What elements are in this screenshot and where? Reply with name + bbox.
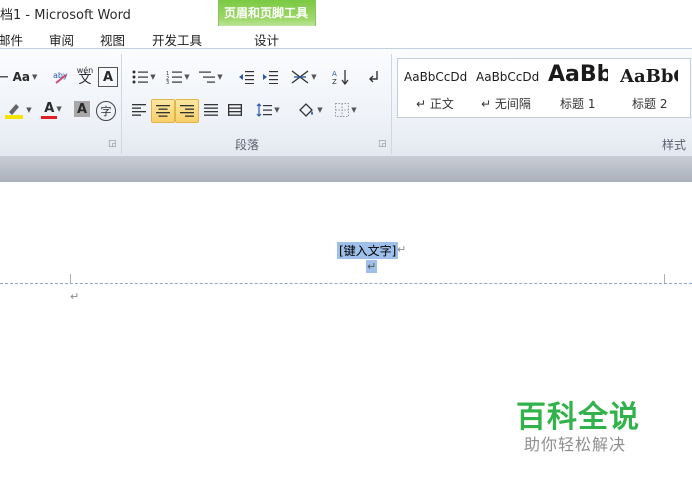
shading-button[interactable]: ▼	[296, 99, 324, 121]
align-left-button[interactable]	[128, 99, 150, 121]
paragraph-mark: ↵	[397, 243, 407, 256]
divider-icon	[0, 76, 8, 78]
align-left-icon	[132, 104, 146, 116]
font-color-bar	[41, 116, 57, 119]
ruler-band	[0, 156, 692, 182]
paragraph-mark: ↵	[366, 260, 378, 273]
context-tab-group-title: 页眉和页脚工具	[223, 6, 308, 20]
watermark-subtitle: 助你轻松解决	[524, 435, 627, 454]
justify-button[interactable]	[200, 99, 222, 121]
chevron-down-icon: ▼	[32, 73, 38, 81]
style-heading2-name[interactable]: 标题 2	[632, 95, 667, 112]
style-normal-sample[interactable]: AaBbCcDd	[404, 70, 467, 84]
chevron-down-icon: ▼	[150, 73, 156, 81]
highlighter-icon	[5, 104, 24, 119]
char-border-button[interactable]: A	[98, 67, 118, 87]
sort-icon: A Z	[332, 70, 349, 85]
line-spacing-icon	[256, 103, 273, 117]
style-heading2-sample[interactable]: AaBbC	[620, 66, 678, 87]
change-case-label: Aa	[12, 70, 30, 84]
clear-format-icon: aby	[53, 71, 68, 84]
multilevel-list-button[interactable]: ▼	[197, 66, 225, 88]
paint-bucket-icon	[299, 103, 314, 117]
bullet-list-icon	[132, 70, 149, 84]
phonetic-guide-char: 文	[78, 72, 92, 87]
chevron-down-icon: ▼	[351, 106, 357, 114]
header-boundary-line	[0, 283, 692, 284]
enclose-char-button[interactable]: 字	[96, 101, 116, 121]
decrease-indent-button[interactable]	[236, 66, 256, 88]
align-center-button[interactable]	[151, 99, 175, 123]
border-grid-icon	[335, 103, 350, 117]
highlight-button[interactable]: ▼	[2, 99, 34, 121]
increase-indent-button[interactable]	[260, 66, 280, 88]
char-shading-button[interactable]: A	[74, 101, 90, 117]
svg-text:A: A	[332, 70, 337, 78]
chevron-down-icon: ▼	[56, 104, 62, 113]
chevron-down-icon: ▼	[311, 73, 317, 81]
sort-button[interactable]: A Z	[330, 66, 352, 88]
font-size-decrease-icon[interactable]	[0, 66, 8, 88]
align-right-button[interactable]	[175, 99, 199, 123]
watermark-title: 百科全说	[516, 400, 640, 435]
change-case-button[interactable]: Aa ▼	[12, 66, 38, 88]
chinese-layout-button[interactable]: ▼	[290, 66, 318, 88]
tab-mailings[interactable]: 邮件	[0, 30, 23, 49]
distributed-button[interactable]	[224, 99, 246, 121]
decrease-indent-icon	[239, 71, 254, 84]
svg-text:Z: Z	[332, 78, 337, 85]
show-hide-marks-button[interactable]	[364, 66, 384, 88]
increase-indent-icon	[263, 71, 278, 84]
align-center-icon	[156, 105, 170, 117]
chevron-down-icon: ▼	[26, 106, 32, 114]
line-spacing-button[interactable]: ▼	[254, 99, 282, 121]
tab-developer[interactable]: 开发工具	[152, 30, 202, 49]
distributed-icon	[228, 104, 242, 116]
styles-group-label: 样式	[662, 138, 687, 152]
style-normal-name[interactable]: ↵ 正文	[416, 95, 454, 112]
style-heading1-name[interactable]: 标题 1	[560, 95, 595, 112]
chevron-down-icon: ▼	[217, 73, 223, 81]
tab-review[interactable]: 审阅	[49, 30, 74, 49]
chevron-down-icon: ▼	[274, 106, 280, 114]
paragraph-dialog-launcher-icon[interactable]: ◲	[378, 139, 387, 149]
paragraph-group-label: 段落	[235, 138, 260, 152]
paragraph-mark: ↵	[70, 290, 80, 303]
chevron-down-icon: ▼	[317, 106, 323, 114]
header-placeholder-text[interactable]: [键入文字]	[337, 242, 399, 259]
chinese-layout-icon	[291, 70, 309, 84]
multilevel-list-icon	[199, 71, 216, 83]
font-color-letter: A	[44, 101, 55, 116]
font-color-button[interactable]: A ▼	[38, 99, 68, 121]
tab-design[interactable]: 设计	[254, 30, 279, 49]
justify-icon	[204, 104, 218, 116]
svg-text:3: 3	[166, 80, 169, 84]
align-right-icon	[180, 105, 194, 117]
font-dialog-launcher-icon[interactable]: ◲	[108, 139, 117, 149]
tab-view[interactable]: 视图	[100, 30, 125, 49]
chevron-down-icon: ▼	[184, 73, 190, 81]
bullets-button[interactable]: ▼	[130, 66, 158, 88]
window-title: 档1 - Microsoft Word	[0, 8, 131, 23]
paragraph-mark-icon	[369, 71, 378, 83]
numbering-button[interactable]: 1 2 3 ▼	[164, 66, 192, 88]
style-no-spacing-sample[interactable]: AaBbCcDd	[476, 70, 539, 84]
phonetic-guide-button[interactable]: wén 文	[74, 64, 96, 86]
style-no-spacing-name[interactable]: ↵ 无间隔	[481, 95, 531, 112]
numbered-list-icon: 1 2 3	[166, 71, 183, 84]
borders-button[interactable]: ▼	[332, 99, 360, 121]
style-heading1-sample[interactable]: AaBb	[548, 62, 608, 87]
group-separator	[121, 54, 122, 154]
group-separator	[391, 54, 392, 154]
clear-format-button[interactable]: aby	[50, 66, 72, 88]
